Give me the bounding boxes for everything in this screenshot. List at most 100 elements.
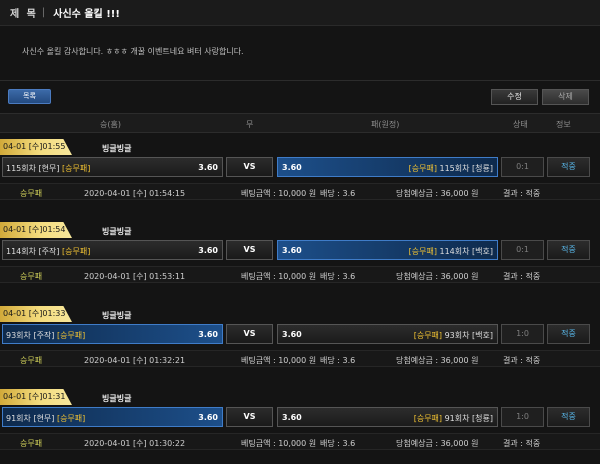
home-option[interactable]: 115회차 [현무] [승무패] 3.60 xyxy=(2,157,223,177)
away-bet-type: [승무패] xyxy=(413,414,443,423)
away-odds: 3.60 xyxy=(282,163,302,172)
away-option[interactable]: 3.60 [승무패] 91회차 [청룡] xyxy=(277,407,498,427)
column-away: 패(원정) xyxy=(371,120,400,129)
title-separator: | xyxy=(41,7,46,18)
post-content: 사신수 올킬 감사합니다. ㅎㅎㅎ 개꿀 이벤트네요 벼터 사랑합니다. xyxy=(22,47,244,56)
away-team-name: 91회차 [청룡] xyxy=(444,414,493,423)
away-option[interactable]: 3.60 [승무패] 115회차 [청룡] xyxy=(277,157,498,177)
home-option[interactable]: 91회차 [현무] [승무패] 3.60 xyxy=(2,407,223,427)
bet-card: 04-01 [수]01:55 빙글빙글 115회차 [현무] [승무패] 3.6… xyxy=(0,133,600,213)
home-odds: 3.60 xyxy=(198,413,218,422)
away-odds: 3.60 xyxy=(282,413,302,422)
delete-button[interactable]: 삭제 xyxy=(542,89,589,105)
bet-result: 결과 : 적중 xyxy=(503,356,541,365)
result-hit-button[interactable]: 적중 xyxy=(547,240,590,260)
column-status: 상태 xyxy=(513,120,528,129)
bet-card: 04-01 [수]01:54 빙글빙글 114회차 [주작] [승무패] 3.6… xyxy=(0,216,600,296)
home-team-label: 115회차 [현무] [승무패] xyxy=(6,163,90,174)
post-subject: 사신수 올킬 !!! xyxy=(53,9,120,20)
home-team-name: 93회차 [주작] xyxy=(6,331,55,340)
game-title: 빙글빙글 xyxy=(102,311,132,320)
divider xyxy=(0,80,600,81)
column-home: 승(홈) xyxy=(100,120,121,129)
home-odds: 3.60 xyxy=(198,163,218,172)
list-button[interactable]: 목록 xyxy=(8,89,51,104)
away-team-label: [승무패] 115회차 [청룡] xyxy=(409,163,493,174)
home-bet-type: [승무패] xyxy=(62,164,91,173)
bet-result: 결과 : 적중 xyxy=(503,189,541,198)
home-team-name: 91회차 [현무] xyxy=(6,414,55,423)
bet-info-row: 승무패 2020-04-01 [수] 01:30:22 베팅금액 : 10,00… xyxy=(0,433,600,450)
edit-button[interactable]: 수정 xyxy=(491,89,538,105)
away-bet-type: [승무패] xyxy=(408,164,437,173)
home-bet-type: [승무패] xyxy=(56,331,86,340)
vs-draw-option[interactable]: VS xyxy=(226,240,273,260)
column-draw: 무 xyxy=(246,120,254,129)
away-bet-type: [승무패] xyxy=(408,247,437,256)
away-team-name: 115회차 [청룡] xyxy=(439,164,494,173)
bet-info-row: 승무패 2020-04-01 [수] 01:53:11 베팅금액 : 10,00… xyxy=(0,266,600,283)
game-title: 빙글빙글 xyxy=(102,394,132,403)
bet-type: 승무패 xyxy=(20,439,43,448)
bet-card: 04-01 [수]01:31 빙글빙글 91회차 [현무] [승무패] 3.60… xyxy=(0,383,600,463)
bet-odds: 배당 : 3.6 xyxy=(320,439,356,448)
bet-type: 승무패 xyxy=(20,189,43,198)
score-box: 0:1 xyxy=(501,240,544,260)
result-hit-button[interactable]: 적중 xyxy=(547,157,590,177)
game-time-tag: 04-01 [수]01:31 xyxy=(0,389,72,405)
away-odds: 3.60 xyxy=(282,330,302,339)
home-odds: 3.60 xyxy=(198,246,218,255)
column-info: 정보 xyxy=(556,120,571,129)
home-team-name: 114회차 [주작] xyxy=(6,247,60,256)
game-title: 빙글빙글 xyxy=(102,144,132,153)
away-option[interactable]: 3.60 [승무패] 114회차 [백호] xyxy=(277,240,498,260)
post-title-bar: 제 목 | 사신수 올킬 !!! xyxy=(0,0,600,26)
bet-datetime: 2020-04-01 [수] 01:53:11 xyxy=(84,272,186,281)
game-time-tag: 04-01 [수]01:55 xyxy=(0,139,72,155)
score-box: 1:0 xyxy=(501,407,544,427)
expected-winnings: 당첨예상금 : 36,000 원 xyxy=(396,439,479,448)
home-option[interactable]: 93회차 [주작] [승무패] 3.60 xyxy=(2,324,223,344)
away-team-label: [승무패] 114회차 [백호] xyxy=(409,246,493,257)
away-team-name: 93회차 [백호] xyxy=(444,331,493,340)
bet-datetime: 2020-04-01 [수] 01:54:15 xyxy=(84,189,186,198)
bet-type: 승무패 xyxy=(20,356,43,365)
home-team-label: 93회차 [주작] [승무패] xyxy=(6,330,85,341)
away-option[interactable]: 3.60 [승무패] 93회차 [백호] xyxy=(277,324,498,344)
home-team-label: 91회차 [현무] [승무패] xyxy=(6,413,85,424)
bet-result: 결과 : 적중 xyxy=(503,272,541,281)
expected-winnings: 당첨예상금 : 36,000 원 xyxy=(396,356,479,365)
result-hit-button[interactable]: 적중 xyxy=(547,324,590,344)
home-odds: 3.60 xyxy=(198,330,218,339)
vs-draw-option[interactable]: VS xyxy=(226,157,273,177)
home-option[interactable]: 114회차 [주작] [승무패] 3.60 xyxy=(2,240,223,260)
result-hit-button[interactable]: 적중 xyxy=(547,407,590,427)
bet-table-header: 승(홈) 무 패(원정) 상태 정보 xyxy=(0,113,600,133)
bet-info-row: 승무패 2020-04-01 [수] 01:54:15 베팅금액 : 10,00… xyxy=(0,183,600,200)
title-label: 제 목 xyxy=(10,9,38,20)
bet-card: 04-01 [수]01:33 빙글빙글 93회차 [주작] [승무패] 3.60… xyxy=(0,300,600,380)
bet-odds: 배당 : 3.6 xyxy=(320,189,356,198)
expected-winnings: 당첨예상금 : 36,000 원 xyxy=(396,272,479,281)
bet-type: 승무패 xyxy=(20,272,43,281)
bet-amount: 베팅금액 : 10,000 원 xyxy=(241,189,317,198)
bet-datetime: 2020-04-01 [수] 01:32:21 xyxy=(84,356,186,365)
expected-winnings: 당첨예상금 : 36,000 원 xyxy=(396,189,479,198)
bet-odds: 배당 : 3.6 xyxy=(320,272,356,281)
home-bet-type: [승무패] xyxy=(62,247,91,256)
bet-amount: 베팅금액 : 10,000 원 xyxy=(241,439,317,448)
home-bet-type: [승무패] xyxy=(56,414,86,423)
away-odds: 3.60 xyxy=(282,246,302,255)
vs-draw-option[interactable]: VS xyxy=(226,407,273,427)
score-box: 1:0 xyxy=(501,324,544,344)
away-team-label: [승무패] 93회차 [백호] xyxy=(414,330,493,341)
vs-draw-option[interactable]: VS xyxy=(226,324,273,344)
home-team-label: 114회차 [주작] [승무패] xyxy=(6,246,90,257)
score-box: 0:1 xyxy=(501,157,544,177)
bet-info-row: 승무패 2020-04-01 [수] 01:32:21 베팅금액 : 10,00… xyxy=(0,350,600,367)
away-bet-type: [승무패] xyxy=(413,331,443,340)
away-team-label: [승무패] 91회차 [청룡] xyxy=(414,413,493,424)
bet-datetime: 2020-04-01 [수] 01:30:22 xyxy=(84,439,186,448)
home-team-name: 115회차 [현무] xyxy=(6,164,60,173)
away-team-name: 114회차 [백호] xyxy=(439,247,494,256)
